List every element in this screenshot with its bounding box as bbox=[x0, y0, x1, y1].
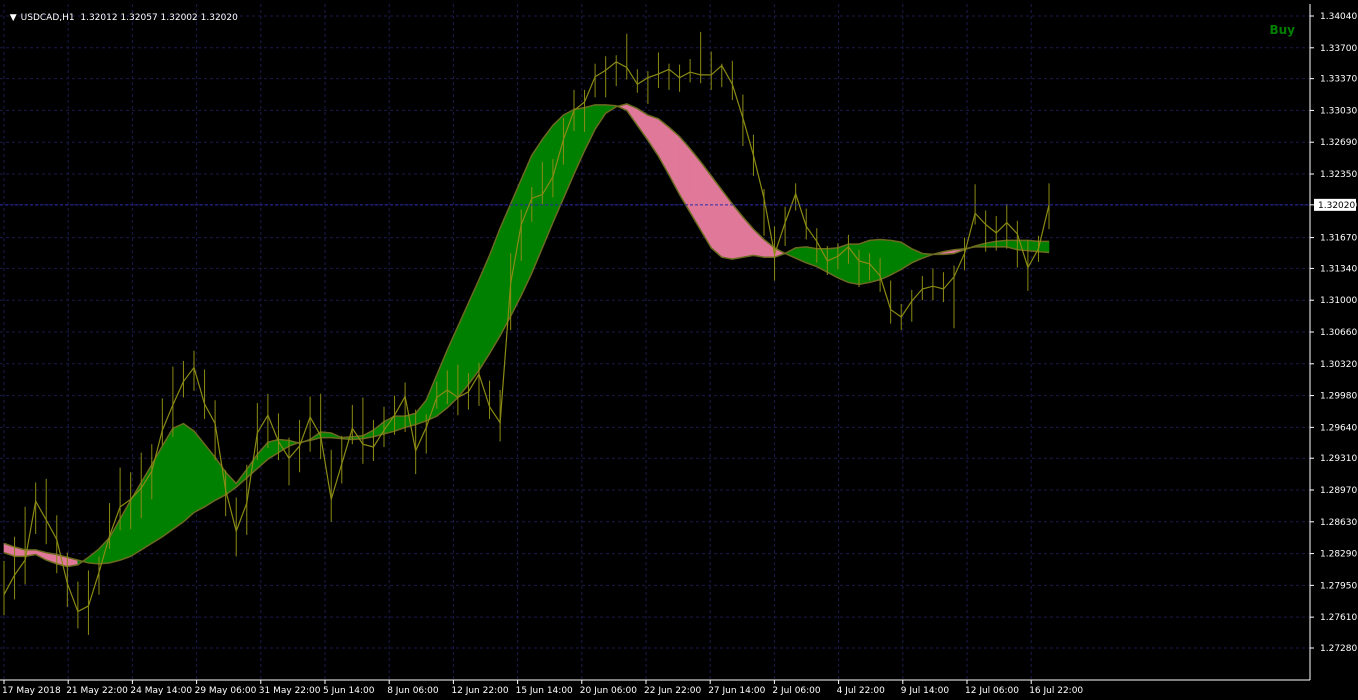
open-price: 1.32012 bbox=[80, 13, 118, 23]
y-tick-label: 1.29980 bbox=[1320, 392, 1357, 402]
y-tick-label: 1.27610 bbox=[1320, 613, 1357, 623]
x-tick-label: 27 Jun 14:00 bbox=[708, 686, 765, 696]
x-tick-label: 17 May 2018 bbox=[2, 686, 61, 696]
close-price: 1.32020 bbox=[200, 13, 238, 23]
x-tick-label: 24 May 14:00 bbox=[130, 686, 192, 696]
current-price-tag: 1.32020 bbox=[1314, 198, 1356, 211]
chart-grid bbox=[0, 0, 1358, 700]
cloud-segment bbox=[879, 239, 891, 281]
cloud-segment bbox=[172, 423, 184, 530]
y-tick-label: 1.28290 bbox=[1320, 550, 1357, 560]
signal-label: Buy bbox=[1269, 23, 1295, 37]
triangle-down-icon[interactable]: ▼ bbox=[10, 13, 17, 23]
x-tick-label: 16 Jul 22:00 bbox=[1029, 686, 1083, 696]
high-price: 1.32057 bbox=[120, 13, 158, 23]
y-tick-label: 1.28630 bbox=[1320, 518, 1357, 528]
x-tick-label: 12 Jul 06:00 bbox=[965, 686, 1019, 696]
x-tick-label: 4 Jul 22:00 bbox=[837, 686, 886, 696]
y-tick-label: 1.28970 bbox=[1320, 486, 1357, 496]
chart-background bbox=[0, 0, 1358, 700]
y-tick-label: 1.27950 bbox=[1320, 581, 1357, 591]
y-tick-label: 1.32350 bbox=[1320, 170, 1357, 180]
current-price-label: 1.32020 bbox=[1318, 201, 1355, 211]
cloud-segment bbox=[848, 243, 860, 285]
x-tick-label: 5 Jun 14:00 bbox=[323, 686, 375, 696]
y-tick-label: 1.32690 bbox=[1320, 138, 1357, 148]
y-tick-label: 1.31340 bbox=[1320, 264, 1357, 274]
y-tick-label: 1.34040 bbox=[1320, 12, 1357, 22]
x-tick-label: 2 Jul 06:00 bbox=[772, 686, 821, 696]
y-tick-label: 1.31670 bbox=[1320, 234, 1357, 244]
y-tick-label: 1.29310 bbox=[1320, 454, 1357, 464]
x-tick-label: 31 May 22:00 bbox=[259, 686, 321, 696]
x-tick-label: 21 May 22:00 bbox=[66, 686, 128, 696]
y-tick-label: 1.27280 bbox=[1320, 644, 1357, 654]
y-tick-label: 1.30320 bbox=[1320, 360, 1357, 370]
y-tick-label: 1.31000 bbox=[1320, 296, 1357, 306]
y-tick-label: 1.33700 bbox=[1320, 44, 1357, 54]
cloud-segment bbox=[1027, 240, 1039, 252]
chart-header: ▼ USDCAD,H1 1.32012 1.32057 1.32002 1.320… bbox=[4, 3, 238, 23]
low-price: 1.32002 bbox=[160, 13, 198, 23]
x-tick-label: 9 Jul 14:00 bbox=[901, 686, 950, 696]
y-tick-label: 1.33030 bbox=[1320, 106, 1357, 116]
cloud-segment bbox=[837, 243, 849, 283]
cloud-segment bbox=[183, 423, 195, 523]
y-tick-label: 1.33370 bbox=[1320, 75, 1357, 85]
y-tick-label: 1.30660 bbox=[1320, 328, 1357, 338]
x-tick-label: 29 May 06:00 bbox=[195, 686, 257, 696]
x-tick-label: 8 Jun 06:00 bbox=[387, 686, 439, 696]
x-tick-label: 15 Jun 14:00 bbox=[516, 686, 573, 696]
x-tick-label: 20 Jun 06:00 bbox=[580, 686, 637, 696]
symbol-label: USDCAD,H1 bbox=[20, 13, 75, 23]
price-chart[interactable]: 1.34040 1.33700 1.33370 1.33030 1.32690 1.323… bbox=[0, 0, 1358, 700]
x-tick-label: 22 Jun 22:00 bbox=[644, 686, 701, 696]
y-tick-label: 1.29640 bbox=[1320, 423, 1357, 433]
cloud-segment bbox=[869, 239, 881, 283]
x-tick-label: 12 Jun 22:00 bbox=[451, 686, 508, 696]
